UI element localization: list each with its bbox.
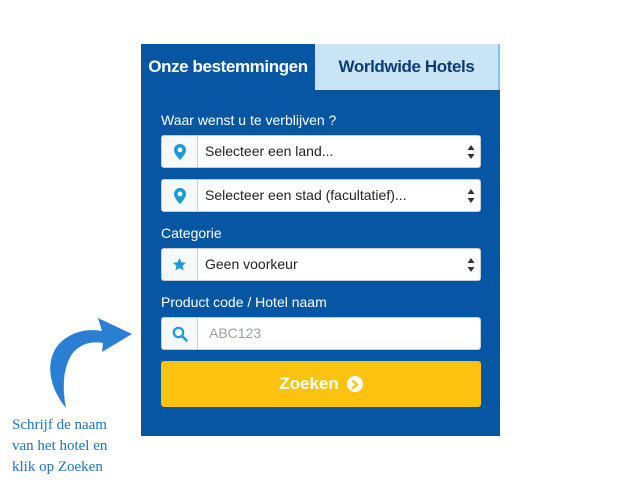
stay-label: Waar wenst u te verblijven ? [161,112,337,128]
select-arrows-icon [467,145,475,159]
city-select[interactable]: Selecteer een stad (facultatief)... [161,179,481,212]
instruction-note: Schrijf de naam van het hotel en klik op… [12,415,147,478]
star-icon [162,249,198,280]
category-select-value: Geen voorkeur [205,256,298,272]
tab-bar: Onze bestemmingen Worldwide Hotels [141,44,500,90]
city-select-value: Selecteer een stad (facultatief)... [205,187,407,203]
curved-arrow-icon [50,318,132,408]
search-input-placeholder: ABC123 [209,325,262,341]
map-pin-icon [162,180,198,211]
product-label: Product code / Hotel naam [161,294,327,310]
tab-onze-bestemmingen[interactable]: Onze bestemmingen [141,44,315,90]
search-button-label: Zoeken [279,374,339,393]
select-arrows-icon [467,189,475,203]
hotel-search-widget: Onze bestemmingen Worldwide Hotels Waar … [141,44,500,436]
instruction-line: klik op Zoeken [12,459,103,475]
map-pin-icon [162,136,198,167]
select-arrows-icon [467,258,475,272]
search-button[interactable]: Zoeken [161,361,481,407]
instruction-line: Schrijf de naam [12,417,107,433]
hotel-search-input[interactable]: ABC123 [161,317,481,350]
instruction-line: van het hotel en [12,438,108,454]
chevron-right-circle-icon [346,376,363,392]
country-select-value: Selecteer een land... [205,143,334,159]
category-label: Categorie [161,225,222,241]
search-icon [162,318,198,349]
tab-worldwide-hotels[interactable]: Worldwide Hotels [315,44,500,90]
category-select[interactable]: Geen voorkeur [161,248,481,281]
country-select[interactable]: Selecteer een land... [161,135,481,168]
